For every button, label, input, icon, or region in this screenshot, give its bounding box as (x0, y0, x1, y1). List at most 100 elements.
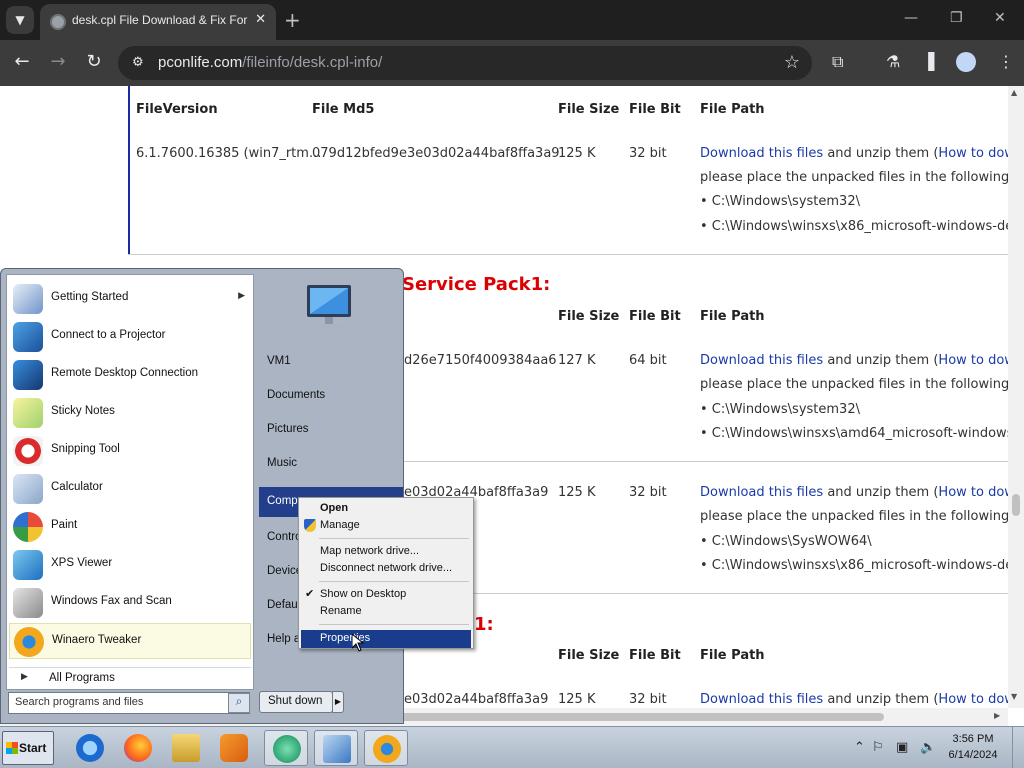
calculator-icon (13, 474, 43, 504)
menu-item-open[interactable]: Open (301, 500, 471, 518)
program-snipping-tool[interactable]: Snipping Tool (9, 433, 251, 469)
row-md5: 079d12bfed9e3e03d02a44baf8ffa3a9 (312, 146, 560, 161)
howto-link[interactable]: How to downlo (938, 353, 1008, 368)
extensions-icon[interactable]: ⧉ (832, 52, 843, 72)
uac-shield-icon (304, 519, 316, 532)
taskbar-media-player[interactable] (212, 730, 256, 766)
program-winaero-tweaker[interactable]: Winaero Tweaker (9, 623, 251, 659)
taskbar-ie[interactable] (68, 730, 112, 766)
start-item-pictures[interactable]: Pictures (259, 415, 403, 445)
getting-started-icon (13, 284, 43, 314)
site-info-icon[interactable]: ⚙ (132, 55, 148, 71)
download-link[interactable]: Download this files (700, 353, 823, 368)
section-title: Service Pack1: (402, 274, 551, 295)
program-getting-started[interactable]: Getting Started ▶ (9, 281, 251, 317)
taskbar-remote-desktop[interactable] (314, 730, 358, 766)
start-item-documents[interactable]: Documents (259, 381, 403, 411)
app-icon (273, 735, 301, 763)
browser-toolbar: ← → ↻ ⚙ pconlife.com/fileinfo/desk.cpl-i… (0, 40, 1024, 86)
scroll-up-icon[interactable]: ▲ (1011, 88, 1017, 97)
taskbar-firefox[interactable] (116, 730, 160, 766)
browser-tab[interactable]: desk.cpl File Download & Fix For A ✕ (40, 4, 276, 40)
scroll-thumb[interactable] (1012, 494, 1020, 516)
taskbar-app-active[interactable] (264, 730, 308, 766)
howto-link[interactable]: How to downlo (938, 485, 1008, 500)
tab-close-icon[interactable]: ✕ (255, 12, 266, 27)
restore-icon[interactable]: ❐ (950, 10, 963, 26)
taskbar-winaero[interactable] (364, 730, 408, 766)
header-file-bit: File Bit (629, 648, 681, 663)
side-panel-icon[interactable]: ▐ (922, 52, 934, 71)
url-text: pconlife.com/fileinfo/desk.cpl-info/ (158, 54, 383, 71)
all-programs-button[interactable]: ▶ All Programs (9, 667, 251, 689)
mouse-cursor-icon (352, 634, 364, 652)
program-sticky-notes[interactable]: Sticky Notes (9, 395, 251, 431)
start-menu: Getting Started ▶ Connect to a Projector… (0, 268, 404, 724)
folder-icon (172, 734, 200, 762)
program-paint[interactable]: Paint (9, 509, 251, 545)
start-button[interactable]: Start (2, 731, 54, 765)
new-tab-icon[interactable]: + (284, 8, 301, 32)
shutdown-button[interactable]: Shut down (259, 691, 333, 713)
clock[interactable]: 3:56 PM 6/14/2024 (940, 731, 1006, 763)
row-size: 125 K (558, 692, 596, 707)
row-download-text: Download this files and unzip them (How … (700, 485, 1008, 500)
labs-icon[interactable]: ⚗ (886, 52, 900, 71)
howto-link[interactable]: How to downlo (938, 692, 1008, 707)
internet-explorer-icon (76, 734, 104, 762)
show-desktop-button[interactable] (1012, 727, 1024, 768)
scroll-down-icon[interactable]: ▼ (1011, 692, 1017, 701)
menu-kebab-icon[interactable]: ⋮ (998, 52, 1014, 71)
menu-item-properties[interactable]: Properties (301, 630, 471, 648)
clock-date: 6/14/2024 (948, 749, 998, 761)
start-search-input[interactable]: Search programs and files (8, 692, 250, 714)
taskbar-explorer[interactable] (164, 730, 208, 766)
program-xps-viewer[interactable]: XPS Viewer (9, 547, 251, 583)
bookmark-star-icon[interactable]: ☆ (784, 52, 800, 73)
forward-icon[interactable]: → (46, 51, 70, 72)
menu-item-manage[interactable]: Manage (301, 517, 471, 535)
download-link[interactable]: Download this files (700, 485, 823, 500)
address-bar[interactable]: ⚙ pconlife.com/fileinfo/desk.cpl-info/ ☆ (118, 46, 812, 80)
download-link[interactable]: Download this files (700, 692, 823, 707)
download-link[interactable]: Download this files (700, 146, 823, 161)
tab-search-button[interactable]: ▼ (6, 6, 34, 34)
checkmark-icon: ✔ (305, 587, 315, 600)
search-icon[interactable]: ⌕ (228, 693, 250, 713)
start-item-vm1[interactable]: VM1 (259, 347, 403, 377)
start-item-music[interactable]: Music (259, 449, 403, 479)
menu-separator (319, 624, 469, 625)
program-fax-scan[interactable]: Windows Fax and Scan (9, 585, 251, 621)
header-file-size: File Size (558, 648, 620, 663)
program-projector[interactable]: Connect to a Projector (9, 319, 251, 355)
action-center-flag-icon[interactable]: ⚐ (872, 740, 884, 755)
scroll-right-icon[interactable]: ▶ (994, 711, 1000, 720)
row-version: 6.1.7600.16385 (win7_rtm... (136, 146, 322, 161)
menu-item-rename[interactable]: Rename (301, 603, 471, 621)
header-file-size: File Size (558, 102, 620, 117)
menu-item-disconnect-drive[interactable]: Disconnect network drive... (301, 560, 471, 578)
program-remote-desktop[interactable]: Remote Desktop Connection (9, 357, 251, 393)
header-file-bit: File Bit (629, 309, 681, 324)
program-calculator[interactable]: Calculator (9, 471, 251, 507)
back-icon[interactable]: ← (10, 51, 34, 72)
reload-icon[interactable]: ↻ (82, 51, 106, 72)
shutdown-options-arrow-icon[interactable]: ▶ (332, 691, 344, 713)
vertical-scrollbar[interactable]: ▲ ▼ (1008, 86, 1024, 708)
menu-item-show-on-desktop[interactable]: ✔ Show on Desktop (301, 586, 471, 604)
row-md5: d26e7150f4009384aa6 (404, 353, 557, 368)
xps-viewer-icon (13, 550, 43, 580)
minimize-icon[interactable]: — (904, 10, 918, 26)
profile-avatar-icon[interactable] (956, 52, 976, 72)
header-file-path: File Path (700, 102, 765, 117)
howto-link[interactable]: How to downlo (938, 146, 1008, 161)
network-icon[interactable]: ▣ (896, 740, 908, 755)
window-close-icon[interactable]: ✕ (994, 10, 1006, 26)
show-hidden-icons-icon[interactable]: ⌃ (854, 740, 865, 755)
row-download-text: Download this files and unzip them (How … (700, 146, 1008, 161)
clock-time: 3:56 PM (952, 733, 994, 745)
menu-item-map-drive[interactable]: Map network drive... (301, 543, 471, 561)
context-menu: Open Manage Map network drive... Disconn… (298, 497, 474, 649)
header-file-md5: File Md5 (312, 102, 375, 117)
volume-muted-icon[interactable]: 🔈 (920, 740, 936, 755)
